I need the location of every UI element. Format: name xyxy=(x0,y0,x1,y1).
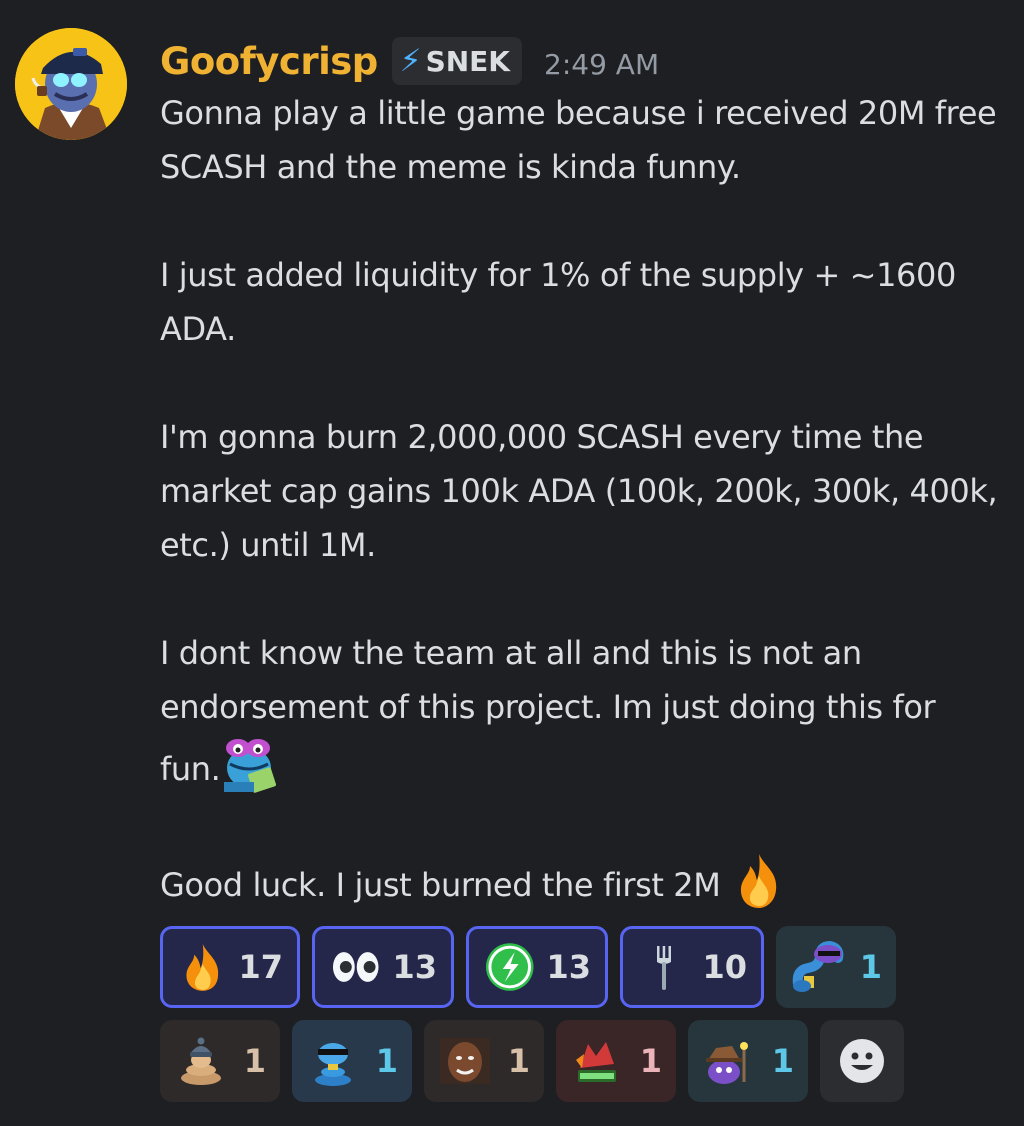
message-line: Gonna play a little game because i recei… xyxy=(160,94,997,132)
reaction-green-snek[interactable]: 13 xyxy=(466,926,608,1008)
fire-emoji-icon[interactable] xyxy=(730,850,788,910)
reaction-fire[interactable]: 17 xyxy=(160,926,300,1008)
chat-message: Goofycrisp ⚡ SNEK 2:49 AM Gonna play a l… xyxy=(0,0,1024,1126)
message-line: I just added liquidity for 1% of the sup… xyxy=(160,256,956,294)
green-snek-emoji-icon xyxy=(485,943,534,991)
username[interactable]: Goofycrisp xyxy=(160,40,378,83)
fire-emoji-icon xyxy=(186,944,219,991)
message-line: I'm gonna burn 2,000,000 SCASH every tim… xyxy=(160,418,924,456)
reaction-count: 1 xyxy=(859,948,882,986)
reaction-count: 10 xyxy=(702,948,747,986)
message-line: endorsement of this project. Im just doi… xyxy=(160,688,936,726)
reaction-count: 13 xyxy=(392,948,437,986)
reaction-fork[interactable]: 10 xyxy=(620,926,764,1008)
reaction-wizard-blob[interactable]: 1 xyxy=(688,1020,808,1102)
message-line: SCASH and the meme is kinda funny. xyxy=(160,148,741,186)
add-reaction-button[interactable] xyxy=(820,1020,904,1102)
cool-snake-emoji-icon xyxy=(792,940,844,992)
wizard-blob-emoji-icon xyxy=(706,1042,748,1084)
reaction-count: 13 xyxy=(546,948,591,986)
reaction-count: 1 xyxy=(507,1042,530,1080)
man-face-emoji-icon xyxy=(440,1038,490,1084)
add-reaction-smiley-icon xyxy=(840,1039,884,1083)
message-line-with-emoji: fun. xyxy=(160,734,1024,796)
message-line: market cap gains 100k ADA (100k, 200k, 3… xyxy=(160,472,998,510)
message-line: ADA. xyxy=(160,310,236,348)
reaction-count: 17 xyxy=(238,948,283,986)
message-header: Goofycrisp ⚡ SNEK 2:49 AM xyxy=(160,34,659,88)
beanie-snake-emoji-icon xyxy=(181,1037,221,1085)
reaction-sunglasses-snake[interactable]: 1 xyxy=(292,1020,412,1102)
role-tag-label: SNEK xyxy=(425,44,511,78)
hype-dragon-emoji-icon xyxy=(576,1042,616,1082)
message-line: fun. xyxy=(160,750,221,788)
frog-reading-emoji-icon[interactable] xyxy=(220,734,278,794)
lightning-icon: ⚡ xyxy=(399,43,422,79)
reaction-hype-dragon[interactable]: 1 xyxy=(556,1020,676,1102)
reaction-count: 1 xyxy=(771,1042,794,1080)
reaction-man-face[interactable]: 1 xyxy=(424,1020,544,1102)
message-line-with-emoji: Good luck. I just burned the first 2M xyxy=(160,850,1024,912)
sunglasses-snake-emoji-icon xyxy=(315,1043,351,1086)
role-tag[interactable]: ⚡ SNEK xyxy=(391,37,523,85)
reaction-count: 1 xyxy=(639,1042,662,1080)
cartoon-avatar-icon xyxy=(15,28,127,140)
reaction-cool-snake[interactable]: 1 xyxy=(776,926,896,1008)
fork-emoji-icon xyxy=(657,946,671,990)
reaction-count: 1 xyxy=(375,1042,398,1080)
timestamp[interactable]: 2:49 AM xyxy=(544,48,659,81)
message-line: I dont know the team at all and this is … xyxy=(160,634,862,672)
reaction-eyes[interactable]: 13 xyxy=(312,926,454,1008)
reaction-count: 1 xyxy=(243,1042,266,1080)
user-avatar[interactable] xyxy=(15,28,127,140)
eyes-emoji-icon xyxy=(332,952,379,982)
reaction-row: 1 1 1 1 1 xyxy=(160,1020,904,1102)
reaction-row: 17 13 13 10 1 xyxy=(160,926,896,1008)
message-line: etc.) until 1M. xyxy=(160,526,376,564)
message-line: Good luck. I just burned the first 2M xyxy=(160,866,721,904)
message-body: Gonna play a little game because i recei… xyxy=(160,86,1024,912)
reaction-beanie-snake[interactable]: 1 xyxy=(160,1020,280,1102)
